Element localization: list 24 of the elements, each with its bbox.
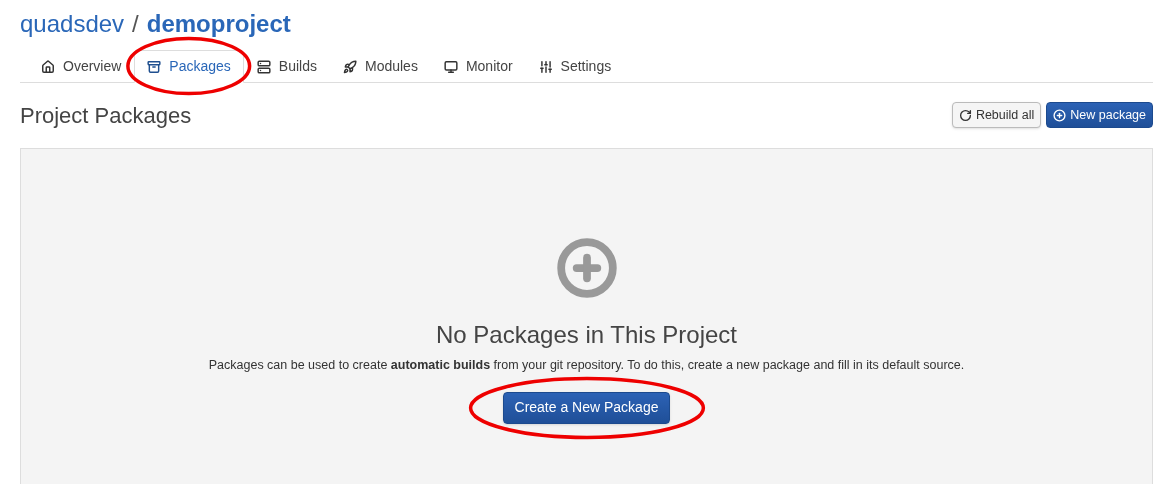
create-package-button[interactable]: Create a New Package bbox=[502, 391, 671, 424]
refresh-icon bbox=[958, 108, 972, 122]
project-link[interactable]: demoproject bbox=[146, 8, 291, 40]
list-icon bbox=[256, 59, 271, 74]
nav-tab[interactable]: Modules bbox=[330, 50, 431, 83]
new-package-button[interactable]: New package bbox=[1046, 102, 1153, 128]
owner-link[interactable]: quadsdev bbox=[20, 8, 125, 40]
home-icon bbox=[41, 59, 55, 74]
nav-tab[interactable]: Monitor bbox=[430, 50, 526, 83]
add-icon bbox=[1053, 108, 1067, 122]
empty-description: Packages can be used to create automatic builds from your git repository. To do this, create a new package and fill in its default source. bbox=[208, 357, 965, 374]
rocket-icon bbox=[343, 59, 357, 74]
sliders-icon bbox=[538, 59, 553, 74]
nav-tab[interactable]: Settings bbox=[525, 50, 625, 83]
archive-icon bbox=[147, 59, 162, 74]
section-title: Project Packages bbox=[20, 101, 192, 130]
nav-tab[interactable]: Builds bbox=[243, 50, 330, 83]
nav-tab[interactable]: Overview bbox=[28, 50, 135, 83]
breadcrumb-separator: / bbox=[132, 9, 139, 39]
nav-tab[interactable]: Packages bbox=[134, 50, 244, 83]
rebuild-button[interactable]: Rebuild all bbox=[951, 102, 1042, 128]
plus-circle-icon bbox=[555, 237, 618, 299]
empty-heading: No Packages in This Project bbox=[436, 320, 737, 350]
monitor-icon bbox=[443, 59, 458, 74]
